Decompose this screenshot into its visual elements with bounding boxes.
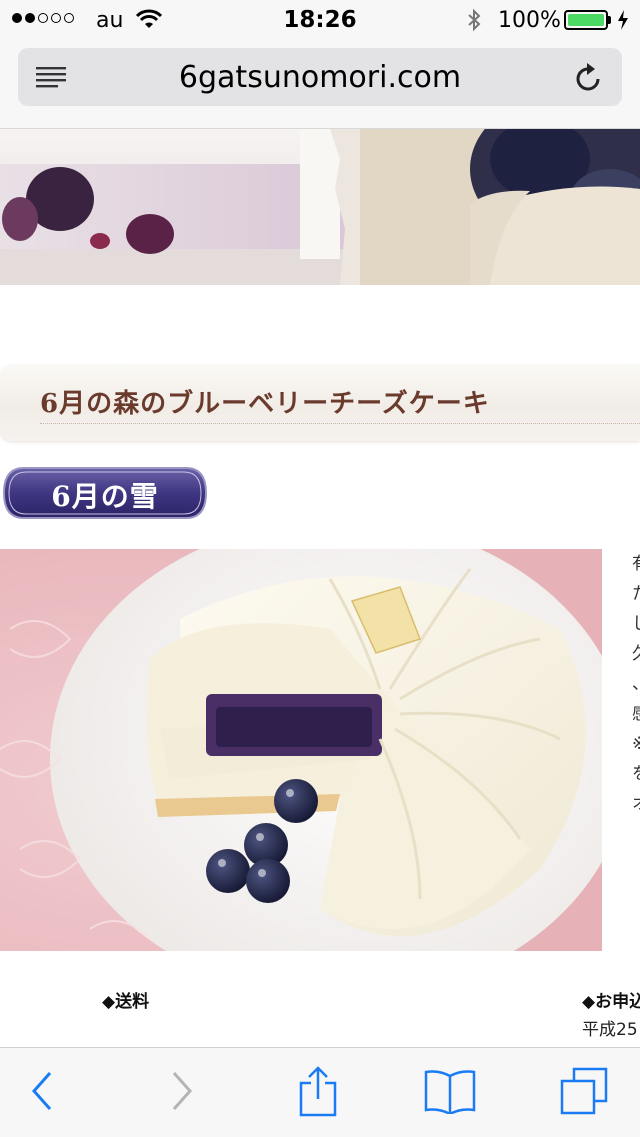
section-heading: 6月の森のブルーベリーチーズケーキ: [0, 365, 640, 441]
shipping-heading: ◆送料: [102, 992, 150, 1012]
tabs-icon: [560, 1067, 608, 1119]
url-text[interactable]: 6gatsunomori.com: [18, 60, 622, 95]
side-description-clipped: 有 た し 久 、 感 ※ を オ: [632, 549, 640, 819]
battery-icon: [564, 10, 608, 30]
bookmarks-icon: [423, 1068, 477, 1118]
application-text: 平成25: [582, 1020, 638, 1040]
browser-navigation-bar: 6gatsunomori.com: [0, 40, 640, 129]
battery-percent: 100%: [498, 8, 561, 33]
safari-toolbar: [0, 1047, 640, 1137]
share-icon: [298, 1065, 338, 1121]
share-button[interactable]: [278, 1048, 358, 1137]
back-icon: [30, 1071, 54, 1115]
back-button[interactable]: [2, 1048, 82, 1137]
bookmarks-button[interactable]: [410, 1048, 490, 1137]
address-bar[interactable]: 6gatsunomori.com: [18, 48, 622, 106]
product-name-badge: 6月の雪: [2, 466, 208, 520]
forward-icon: [170, 1071, 194, 1115]
forward-button[interactable]: [142, 1048, 222, 1137]
tabs-button[interactable]: [544, 1048, 624, 1137]
section-title: 6月の森のブルーベリーチーズケーキ: [40, 389, 490, 419]
charging-icon: [617, 9, 629, 37]
cheesecake-photo: [0, 549, 602, 951]
product-name: 6月の雪: [51, 480, 159, 513]
bluetooth-icon: [466, 8, 482, 38]
status-bar: au 18:26 100%: [0, 0, 640, 40]
application-heading: ◆お申込: [582, 992, 640, 1012]
reload-icon[interactable]: [574, 61, 604, 97]
web-content: 6月の森のブルーベリーチーズケーキ 6月の雪 ◆送料 ◆お申込 平成25: [0, 129, 640, 1047]
dotted-divider: [40, 423, 640, 424]
hero-image: [0, 129, 640, 285]
